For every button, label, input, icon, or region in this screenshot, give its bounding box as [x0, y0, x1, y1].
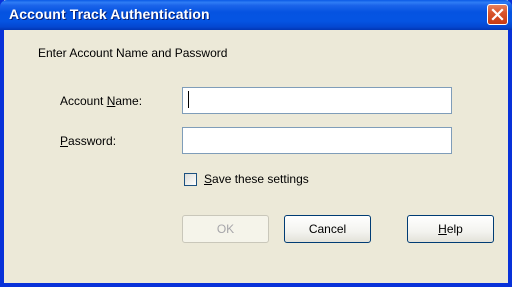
instruction-text: Enter Account Name and Password	[38, 46, 228, 60]
save-settings-label[interactable]: Save these settings	[204, 172, 309, 186]
cancel-button[interactable]: Cancel	[284, 215, 371, 243]
ok-button[interactable]: OK	[182, 215, 269, 243]
account-name-label: Account Name:	[60, 94, 143, 108]
account-name-input[interactable]	[182, 87, 452, 114]
title-bar[interactable]: Account Track Authentication	[0, 0, 512, 30]
close-icon	[491, 8, 504, 21]
close-button[interactable]	[487, 4, 508, 25]
password-input[interactable]	[182, 127, 452, 154]
password-label: Password:	[60, 134, 117, 148]
help-button[interactable]: Help	[407, 215, 494, 243]
dialog-window: Account Track Authentication Enter Accou…	[0, 0, 512, 287]
save-settings-checkbox[interactable]	[184, 173, 197, 186]
dialog-body	[4, 30, 508, 283]
text-caret	[188, 91, 189, 108]
window-title: Account Track Authentication	[9, 6, 210, 22]
